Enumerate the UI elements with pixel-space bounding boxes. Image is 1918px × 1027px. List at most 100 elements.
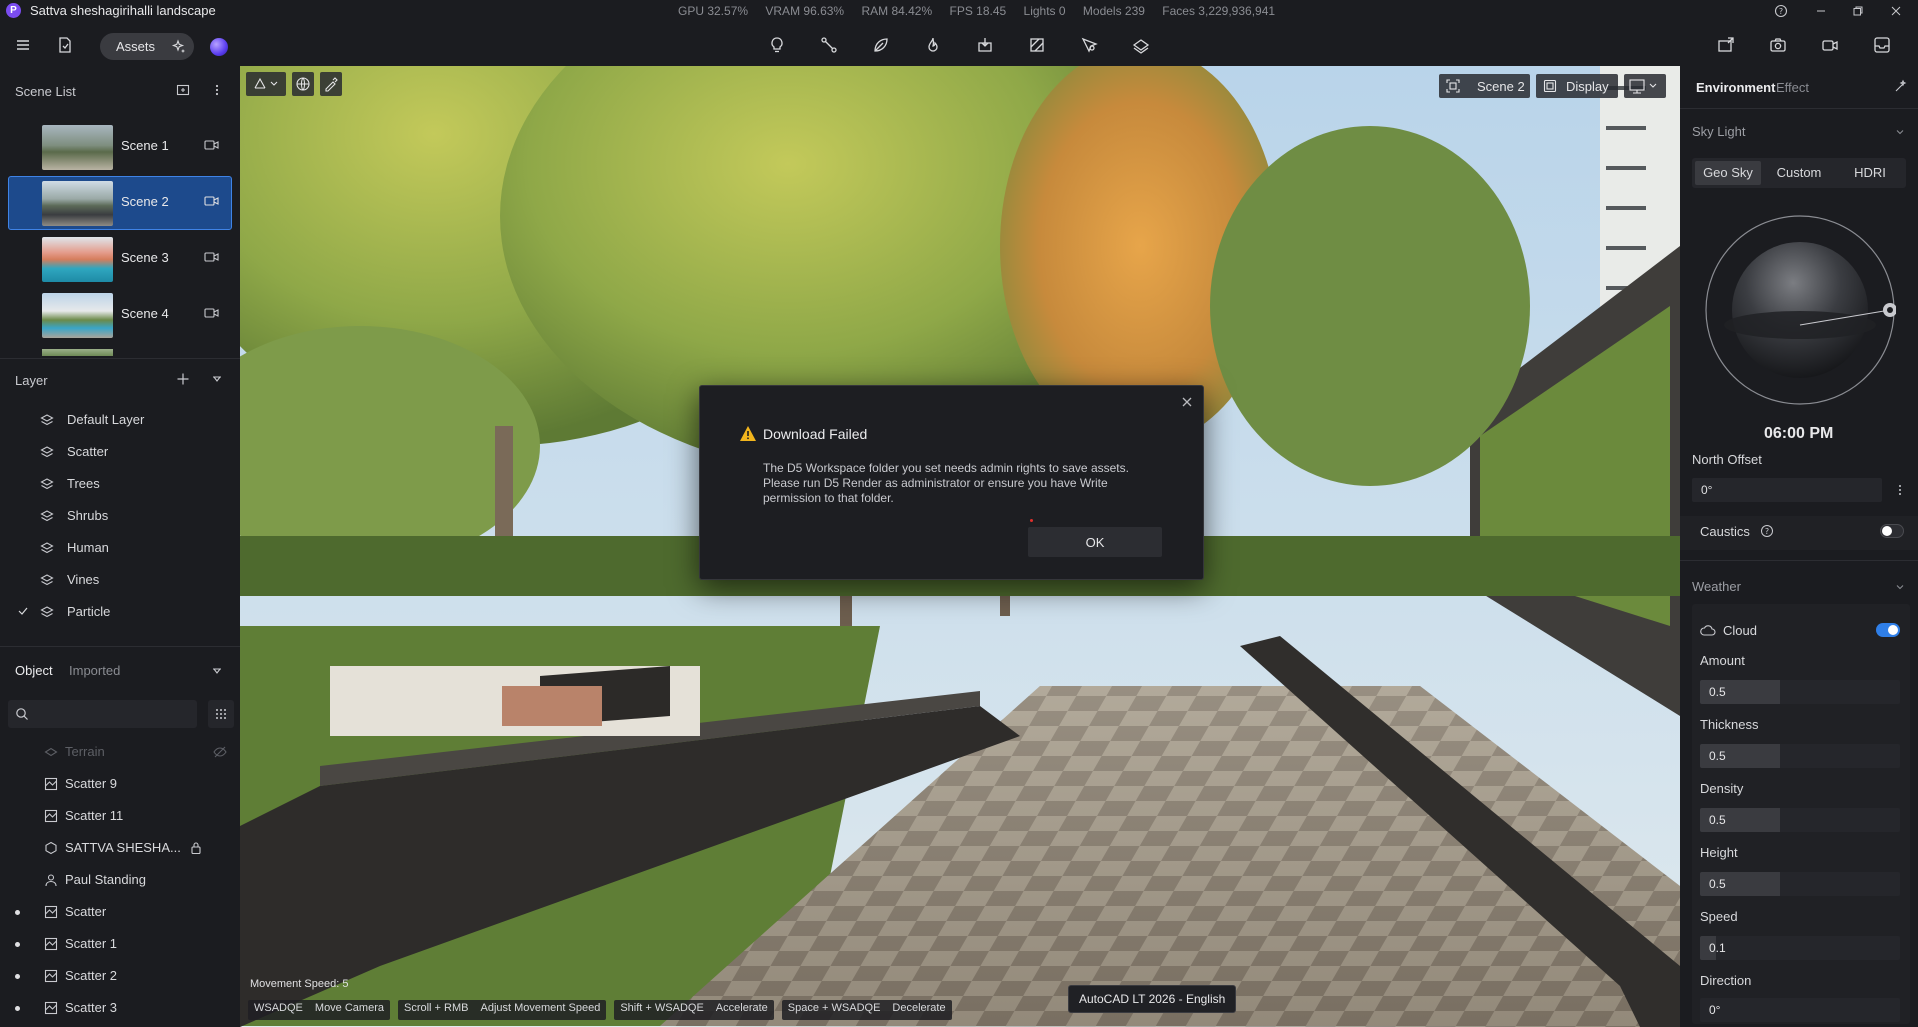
help-icon[interactable]: ?: [1760, 524, 1774, 538]
layer-icon: [40, 574, 54, 586]
height-slider[interactable]: 0.5: [1700, 872, 1900, 896]
scene-label: Scene 4: [121, 306, 169, 321]
amount-slider[interactable]: 0.5: [1700, 680, 1900, 704]
north-offset-field[interactable]: 0°: [1692, 478, 1882, 502]
lock-icon[interactable]: [190, 841, 202, 855]
material-icon[interactable]: [1024, 32, 1050, 58]
scene-camera-icon[interactable]: [204, 251, 219, 263]
sky-mode-geo-sky[interactable]: Geo Sky: [1695, 161, 1761, 185]
object-item-scatter-2[interactable]: Scatter 2: [0, 965, 240, 987]
minimize-icon[interactable]: [1811, 2, 1831, 20]
caustics-toggle[interactable]: [1880, 524, 1904, 538]
object-item-scatter[interactable]: Scatter: [0, 901, 240, 923]
focus-frame-icon: [1446, 79, 1460, 93]
ai-sparkle-icon[interactable]: [170, 38, 188, 56]
tab-effect[interactable]: Effect: [1776, 80, 1809, 95]
paint-tool-icon[interactable]: [1076, 32, 1102, 58]
light-icon[interactable]: [764, 32, 790, 58]
grid-view-icon[interactable]: [208, 700, 234, 728]
right-panel: Environment Effect Sky Light Geo Sky Cus…: [1680, 66, 1918, 1027]
more-options-icon[interactable]: [210, 83, 224, 97]
hidden-eye-icon[interactable]: [213, 746, 227, 758]
sky-mode-hdri[interactable]: HDRI: [1837, 161, 1903, 185]
file-icon[interactable]: [52, 32, 78, 58]
render-queue-icon[interactable]: [1869, 32, 1895, 58]
more-options-icon[interactable]: [1894, 483, 1906, 497]
direction-field[interactable]: 0°: [1700, 998, 1900, 1022]
status-dot: [15, 910, 20, 915]
scene-label: Scene 3: [121, 250, 169, 265]
filter-dropdown-icon[interactable]: [210, 664, 224, 678]
tab-object[interactable]: Object: [15, 663, 53, 678]
help-icon[interactable]: ?: [1771, 2, 1791, 20]
scene-chip[interactable]: Scene 2: [1439, 74, 1530, 98]
ok-button[interactable]: OK: [1028, 527, 1162, 557]
object-item-scatter-11[interactable]: Scatter 11: [0, 805, 240, 827]
performance-stats: GPU 32.57% VRAM 96.63% RAM 84.42% FPS 18…: [678, 4, 1289, 18]
warning-icon: [740, 426, 756, 441]
menu-icon[interactable]: [10, 32, 36, 58]
magic-wand-icon[interactable]: [1894, 79, 1908, 93]
object-item-paul-standing[interactable]: Paul Standing: [0, 869, 240, 891]
chevron-down-icon[interactable]: [1894, 126, 1906, 138]
add-scene-icon[interactable]: [176, 83, 190, 97]
movement-speed: Movement Speed: 5: [250, 978, 349, 990]
terrain-icon: [44, 747, 58, 757]
density-slider[interactable]: 0.5: [1700, 808, 1900, 832]
svg-text:?: ?: [1779, 7, 1783, 16]
camera-icon[interactable]: [1765, 32, 1791, 58]
add-layer-icon[interactable]: [176, 372, 190, 386]
thickness-slider[interactable]: 0.5: [1700, 744, 1900, 768]
object-search[interactable]: [8, 700, 197, 728]
speed-slider[interactable]: 0.1: [1700, 936, 1900, 960]
object-item-scatter-1[interactable]: Scatter 1: [0, 933, 240, 955]
divider: [1680, 560, 1918, 561]
sun-position-dial[interactable]: [1704, 214, 1896, 406]
object-item-terrain[interactable]: Terrain: [0, 741, 240, 763]
scene-thumbnail-partial: [42, 349, 113, 356]
globe-icon[interactable]: [292, 72, 314, 96]
display-button[interactable]: Display: [1536, 74, 1618, 98]
left-panel: Scene List Scene 1 Scene 2 Scene 3 Scene…: [0, 66, 240, 1027]
share-image-icon[interactable]: [1713, 32, 1739, 58]
chevron-down-icon[interactable]: [1894, 581, 1906, 593]
object-item-sattva-model[interactable]: SATTVA SHESHA...: [0, 837, 240, 859]
tab-imported[interactable]: Imported: [69, 663, 120, 678]
scene-item-1[interactable]: Scene 1: [8, 120, 232, 174]
scene-camera-icon[interactable]: [204, 195, 219, 207]
scatter-icon: [44, 809, 58, 823]
transform-tool-dropdown[interactable]: [246, 72, 286, 96]
search-input[interactable]: [34, 704, 189, 724]
particle-fire-icon[interactable]: [920, 32, 946, 58]
path-tool-icon[interactable]: [816, 32, 842, 58]
ai-assistant-orb-icon[interactable]: [210, 38, 228, 56]
status-dot: [15, 942, 20, 947]
vegetation-icon[interactable]: [868, 32, 894, 58]
scene-item-3[interactable]: Scene 3: [8, 232, 232, 286]
video-icon[interactable]: [1817, 32, 1843, 58]
object-item-scatter-9[interactable]: Scatter 9: [0, 773, 240, 795]
scene-camera-icon[interactable]: [204, 307, 219, 319]
sky-mode-custom[interactable]: Custom: [1766, 161, 1832, 185]
assets-button[interactable]: Assets: [100, 33, 194, 60]
sun-icon[interactable]: [1887, 307, 1893, 313]
restore-icon[interactable]: [1848, 2, 1868, 20]
scene-camera-icon[interactable]: [204, 139, 219, 151]
close-window-icon[interactable]: [1886, 2, 1906, 20]
ram-stat: RAM 84.42%: [861, 4, 933, 18]
dialog-close-icon[interactable]: [1179, 394, 1195, 410]
import-model-icon[interactable]: [972, 32, 998, 58]
filter-dropdown-icon[interactable]: [210, 372, 224, 386]
view-mode-dropdown[interactable]: [1624, 74, 1666, 98]
amount-value: 0.5: [1709, 685, 1726, 699]
terrain-icon[interactable]: [1128, 32, 1154, 58]
layer-label: Trees: [67, 476, 100, 491]
object-item-scatter-3[interactable]: Scatter 3: [0, 997, 240, 1019]
cloud-toggle[interactable]: [1876, 623, 1900, 637]
direction-label: Direction: [1700, 973, 1752, 988]
eyedropper-icon[interactable]: [320, 72, 342, 96]
scene-item-2[interactable]: Scene 2: [8, 176, 232, 230]
object-label: Scatter 11: [65, 808, 124, 823]
scene-item-4[interactable]: Scene 4: [8, 288, 232, 342]
tab-environment[interactable]: Environment: [1696, 80, 1775, 95]
